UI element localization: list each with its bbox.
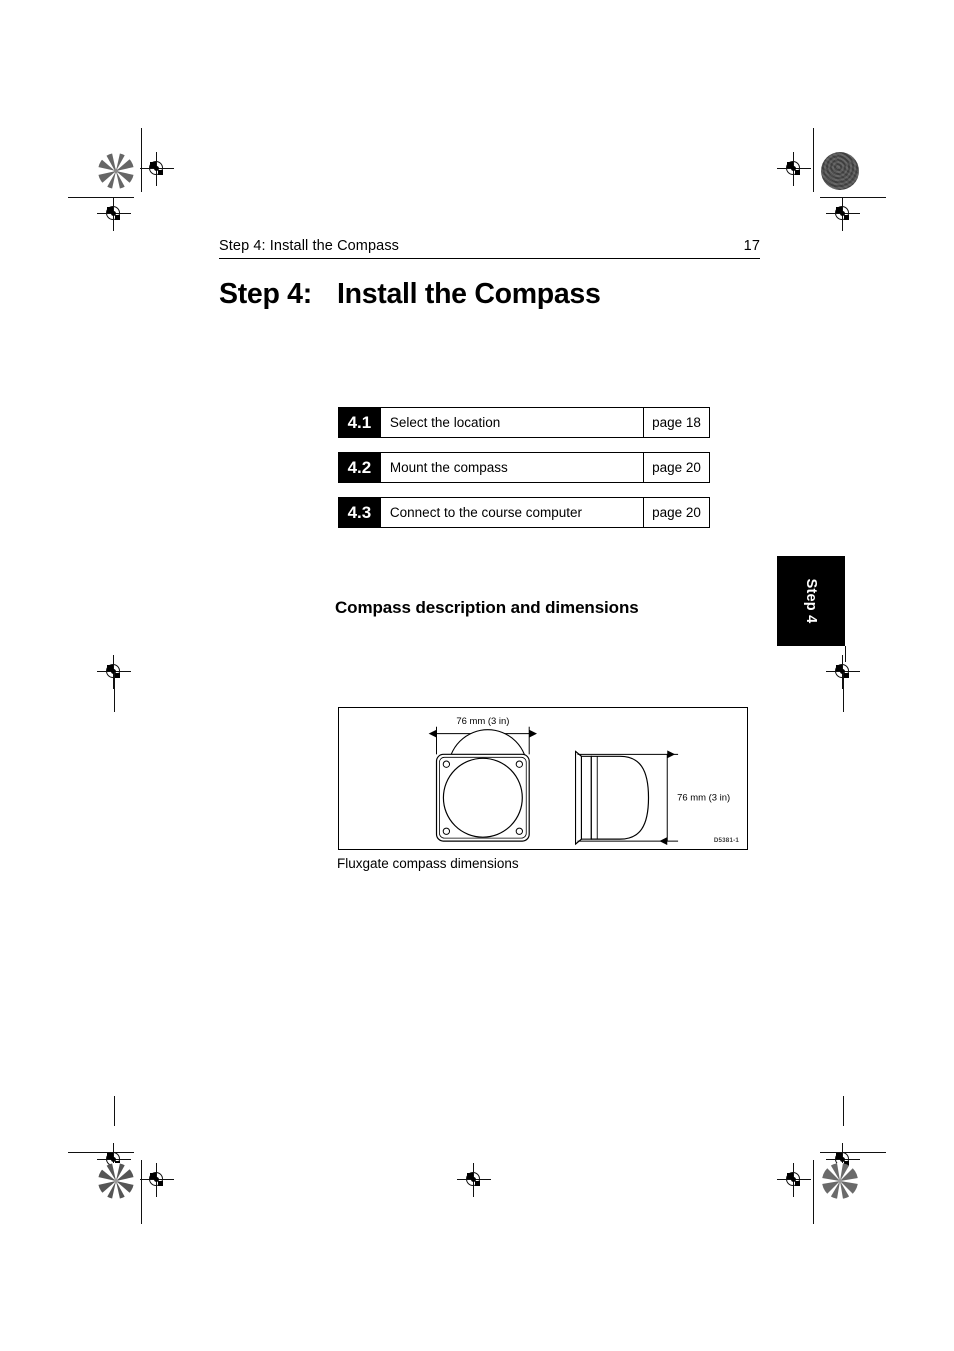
thumb-tab-label: Step 4 — [803, 578, 819, 624]
section-page-reference[interactable]: page 20 — [643, 453, 709, 482]
crop-mark-vertical — [114, 672, 116, 712]
table-row[interactable]: 4.1 Select the location page 18 — [337, 406, 710, 438]
crop-mark-vertical — [843, 1096, 845, 1126]
table-row[interactable]: 4.2 Mount the compass page 20 — [337, 451, 710, 483]
figure-caption: Fluxgate compass dimensions — [337, 856, 519, 871]
figure-drawing-code: D5381-1 — [713, 837, 739, 844]
crop-mark-horizontal — [820, 1152, 886, 1154]
section-number-badge: 4.2 — [337, 451, 381, 483]
solid-density-patch-icon — [821, 152, 859, 190]
figure-height-dimension-label: 76 mm (3 in) — [677, 793, 730, 804]
registration-target-icon — [777, 152, 811, 186]
registration-target-icon — [97, 197, 131, 231]
page-title: Step 4: Install the Compass — [219, 278, 601, 311]
header-rule — [219, 258, 760, 260]
thumb-tab: Step 4 — [777, 556, 845, 646]
crop-mark-vertical — [114, 1096, 116, 1126]
registration-target-icon — [777, 1163, 811, 1197]
section-title: Select the location — [389, 415, 501, 430]
registration-target-icon — [140, 152, 174, 186]
chapter-name: Install the Compass — [337, 278, 601, 310]
section-page-reference[interactable]: page 20 — [643, 498, 709, 527]
compass-dimension-drawing: 76 mm (3 in) 76 mm (3 in) — [428, 716, 730, 846]
section-title: Mount the compass — [389, 460, 508, 475]
registration-target-icon — [457, 1163, 491, 1197]
crop-mark-horizontal — [68, 1152, 134, 1154]
chapter-number: Step 4: — [219, 278, 312, 310]
section-title: Connect to the course computer — [389, 505, 583, 520]
section-page-reference[interactable]: page 18 — [643, 408, 709, 437]
page-number: 17 — [743, 238, 760, 254]
star-density-target-icon — [97, 1162, 135, 1200]
figure-fluxgate-compass-dimensions: 76 mm (3 in) 76 mm (3 in) D5381-1 — [338, 707, 748, 850]
table-row[interactable]: 4.3 Connect to the course computer page … — [337, 496, 710, 528]
document-page: Step 4: Install the Compass 17 Step 4: I… — [0, 0, 954, 1351]
registration-target-icon — [826, 197, 860, 231]
star-density-target-icon — [821, 1162, 859, 1200]
section-number-badge: 4.3 — [337, 496, 381, 528]
registration-target-icon — [140, 1163, 174, 1197]
section-index-table: 4.1 Select the location page 18 4.2 Moun… — [337, 406, 710, 542]
thumb-tab-tick — [845, 646, 847, 662]
section-number-badge: 4.1 — [337, 406, 381, 438]
crop-mark-vertical — [813, 128, 815, 192]
crop-mark-vertical — [813, 1160, 815, 1224]
section-heading: Compass description and dimensions — [335, 598, 639, 617]
running-header-title: Step 4: Install the Compass — [219, 238, 400, 254]
figure-width-dimension-label: 76 mm (3 in) — [456, 716, 509, 727]
running-header: Step 4: Install the Compass 17 — [219, 238, 760, 260]
star-density-target-icon — [97, 152, 135, 190]
crop-mark-vertical — [843, 672, 845, 712]
